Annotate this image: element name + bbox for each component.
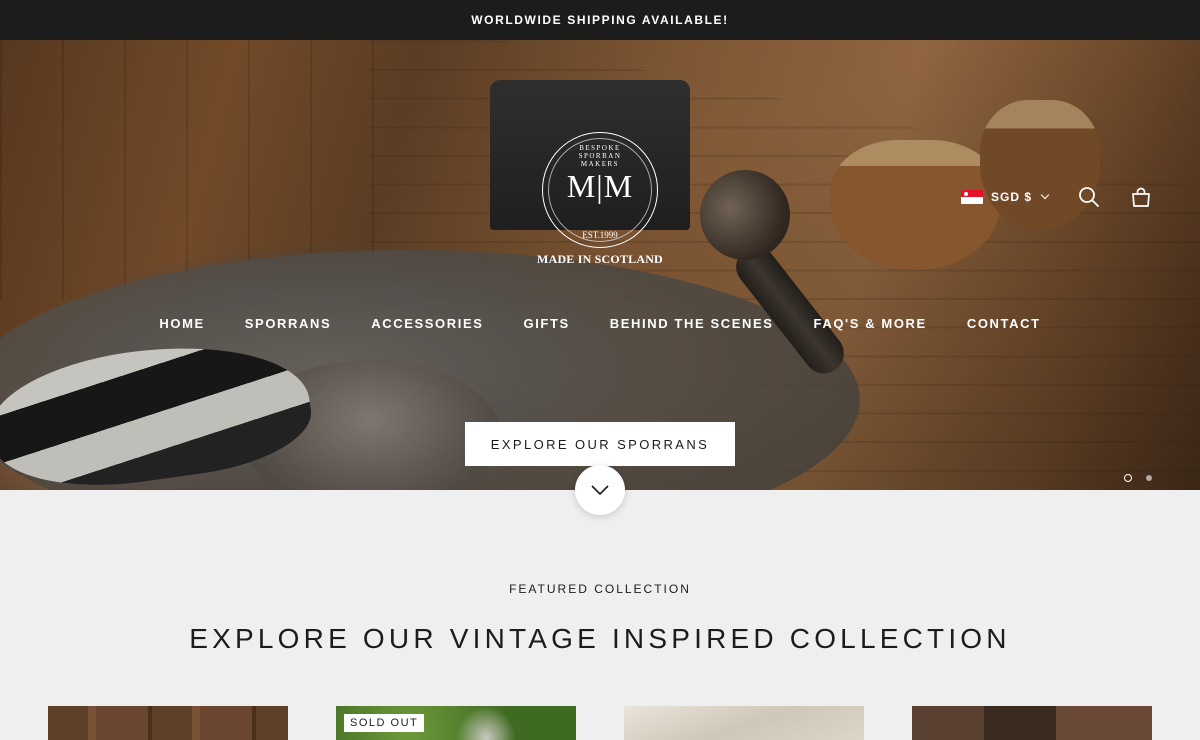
product-card[interactable] (48, 706, 288, 740)
explore-sporrans-button[interactable]: EXPLORE OUR SPORRANS (465, 422, 735, 466)
currency-label: SGD $ (990, 190, 1032, 204)
nav-sporrans[interactable]: SPORRANS (245, 316, 331, 331)
featured-heading: EXPLORE OUR VINTAGE INSPIRED COLLECTION (189, 623, 1011, 654)
announcement-text: WORLDWIDE SHIPPING AVAILABLE! (471, 13, 729, 27)
main-nav: HOME SPORRANS ACCESSORIES GIFTS BEHIND T… (0, 316, 1200, 331)
shopping-bag-icon (1132, 187, 1150, 207)
search-button[interactable] (1078, 186, 1100, 208)
logo-tagline: MADE IN SCOTLAND (537, 252, 663, 266)
logo-arc-text: BESPOKE SPORRAN MAKERS (578, 144, 622, 168)
product-grid: SOLD OUT (48, 706, 1152, 740)
cart-button[interactable] (1130, 186, 1152, 208)
currency-selector[interactable]: SGD $ (960, 190, 1050, 204)
header-tools: SGD $ (960, 186, 1152, 208)
chevron-down-icon (591, 485, 609, 496)
hero-banner: BESPOKE SPORRAN MAKERS M|M EST.1999 MADE… (0, 40, 1200, 490)
nav-contact[interactable]: CONTACT (967, 316, 1041, 331)
nav-faqs-and-more[interactable]: FAQ'S & MORE (814, 316, 927, 331)
singapore-flag-icon (960, 190, 983, 204)
sold-out-badge: SOLD OUT (344, 714, 425, 732)
product-card[interactable]: SOLD OUT (336, 706, 576, 740)
logo-monogram: M|M (566, 168, 634, 204)
nav-gifts[interactable]: GIFTS (524, 316, 570, 331)
featured-collection: FEATURED COLLECTION EXPLORE OUR VINTAGE … (0, 490, 1200, 740)
slide-dot-1[interactable] (1124, 474, 1132, 482)
scroll-down-button[interactable] (575, 465, 625, 515)
featured-subheading: FEATURED COLLECTION (509, 582, 691, 596)
search-icon (1079, 187, 1099, 207)
slideshow-dots (1124, 474, 1152, 482)
logo-established: EST.1999 (582, 230, 618, 240)
slide-dot-2[interactable] (1146, 475, 1152, 481)
site-logo[interactable]: BESPOKE SPORRAN MAKERS M|M EST.1999 MADE… (537, 132, 663, 272)
nav-home[interactable]: HOME (159, 316, 204, 331)
product-card[interactable] (624, 706, 864, 740)
nav-behind-the-scenes[interactable]: BEHIND THE SCENES (610, 316, 774, 331)
nav-accessories[interactable]: ACCESSORIES (371, 316, 483, 331)
chevron-down-icon (1040, 190, 1050, 200)
announcement-bar: WORLDWIDE SHIPPING AVAILABLE! (0, 0, 1200, 40)
product-card[interactable] (912, 706, 1152, 740)
